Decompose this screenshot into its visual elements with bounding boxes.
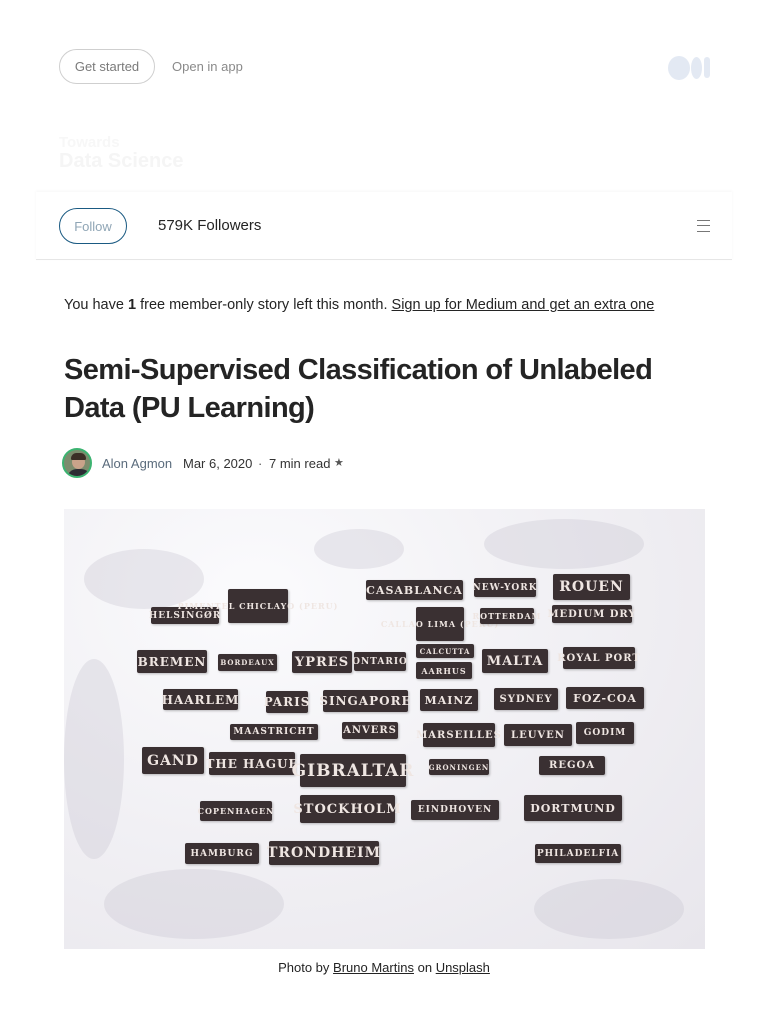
sign-plate: REGOA <box>539 756 605 775</box>
photographer-link[interactable]: Bruno Martins <box>333 960 414 975</box>
hero-image: HELSINGØR PIMENTEL CHICLAYO (PERU) CASABLA… <box>64 509 705 949</box>
sign-plate: HAMBURG <box>185 843 259 864</box>
sign-plate: BREMEN <box>137 650 207 673</box>
author-link[interactable]: Alon Agmon <box>102 456 172 471</box>
publication-name-faded-2: Data Science <box>59 150 184 172</box>
sign-plate: ANVERS <box>342 722 398 739</box>
sign-plate: GRONINGEN <box>429 759 489 775</box>
get-started-button[interactable]: Get started <box>59 49 155 84</box>
sign-plate: EINDHOVEN <box>411 800 499 820</box>
sign-plate: GODIM <box>576 722 634 744</box>
sign-plate: YPRES <box>292 651 352 673</box>
sign-plate: SYDNEY <box>494 688 558 710</box>
avatar[interactable] <box>62 448 92 478</box>
sign-plate: TRONDHEIM <box>267 841 380 865</box>
notice-count: 1 <box>127 297 137 313</box>
sign-plate: AARHUS <box>416 662 472 679</box>
followers-count[interactable]: 579K Followers <box>158 217 261 234</box>
image-caption: Photo by Bruno Martins on Unsplash <box>0 960 768 975</box>
follow-bar: Follow 579K Followers <box>36 192 732 260</box>
sign-plate: ROYAL PORT <box>557 647 640 669</box>
sign-plate: PHILADELFIA <box>535 844 621 863</box>
caption-middle: on <box>417 960 433 975</box>
sign-plate: GIBRALTAR <box>292 754 413 787</box>
sign-plate: ROTTERDAM <box>473 608 541 624</box>
sign-plate: ONTARIO <box>352 652 407 671</box>
sign-plate: NEW-YORK <box>473 578 537 597</box>
publish-date: Mar 6, 2020 <box>183 456 253 471</box>
sign-plate: MARSEILLES <box>416 723 501 747</box>
sign-plate: MEDIUM DRY <box>547 605 636 623</box>
sign-plate: MAASTRICHT <box>230 724 318 740</box>
sign-plate: ROUEN <box>553 574 630 600</box>
sign-plate: HAARLEM <box>162 689 238 710</box>
article-title: Semi-Supervised Classification of Unlabe… <box>64 354 653 424</box>
member-story-notice: You have 1 free member-only story left t… <box>64 297 654 313</box>
sign-plate: MAINZ <box>420 689 478 711</box>
signup-link[interactable]: Sign up for Medium and get an extra one <box>392 297 655 313</box>
notice-middle: free member-only story left this month. <box>140 297 388 313</box>
sign-plate: CASABLANCA <box>366 580 463 600</box>
sign-plate: THE HAGUE <box>205 752 298 775</box>
sign-plate: CALLAO LIMA (PERU) <box>381 607 498 641</box>
sign-plate: PIMENTEL CHICLAYO (PERU) <box>178 589 337 623</box>
sign-plate: CALCUTTA <box>416 644 474 658</box>
sign-plate: PARIS <box>264 691 309 713</box>
sign-plate: STOCKHOLM <box>293 795 401 823</box>
sign-plate: DORTMUND <box>524 795 622 821</box>
sign-plate: GAND <box>142 747 204 774</box>
sign-plate: COPENHAGEN <box>198 801 273 821</box>
byline-separator: · <box>258 456 263 471</box>
unsplash-link[interactable]: Unsplash <box>436 960 490 975</box>
byline: Alon Agmon Mar 6, 2020 · 7 min read ★ <box>62 448 462 480</box>
sign-plate: FOZ-COA <box>566 687 644 709</box>
top-nav: Get started Open in app Towards Data Sci… <box>0 0 768 172</box>
read-time: 7 min read <box>269 456 331 471</box>
star-icon: ★ <box>334 457 344 469</box>
follow-button[interactable]: Follow <box>59 208 127 244</box>
notice-prefix: You have <box>64 297 124 313</box>
sign-plate: MALTA <box>482 649 548 673</box>
publication-name-faded: Towards <box>59 134 120 151</box>
caption-prefix: Photo by <box>278 960 330 975</box>
sign-plate: BORDEAUX <box>218 654 277 671</box>
menu-icon[interactable] <box>697 220 710 232</box>
medium-logo-icon[interactable] <box>668 56 712 80</box>
sign-plate: SINGAPORE <box>319 690 411 712</box>
open-in-app-link[interactable]: Open in app <box>172 59 243 74</box>
sign-plate: LEUVEN <box>504 724 572 746</box>
